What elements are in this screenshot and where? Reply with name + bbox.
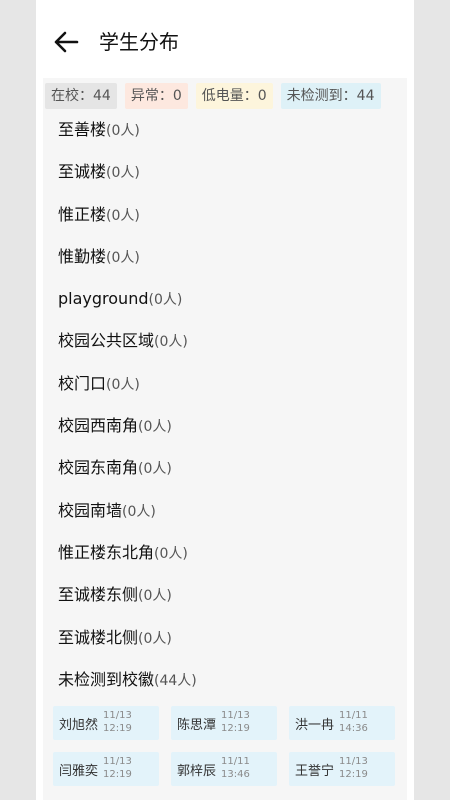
student-date: 11/13 [103, 756, 132, 767]
building-item[interactable]: 校园东南角(0人) [58, 454, 398, 496]
student-date: 11/11 [221, 756, 250, 767]
building-name: 至诚楼东侧 [58, 585, 139, 605]
building-name: 校园公共区域 [58, 331, 155, 351]
building-count: (0人) [106, 207, 140, 224]
building-item[interactable]: 校园西南角(0人) [58, 412, 398, 454]
building-item[interactable]: 惟正楼东北角(0人) [58, 539, 398, 581]
building-name: 至诚楼北侧 [58, 627, 139, 647]
student-name: 陈思潭 [177, 718, 217, 733]
building-name: 未检测到校徽 [58, 669, 155, 689]
building-count: (0人) [106, 376, 140, 393]
arrow-left-icon-svg [54, 31, 79, 53]
building-item[interactable]: 校园南墙(0人) [58, 497, 398, 539]
building-name: 惟勤楼 [58, 246, 107, 266]
student-name: 王誉宁 [295, 764, 335, 779]
student-date: 11/13 [103, 710, 132, 721]
building-count: (0人) [154, 334, 188, 351]
student-time: 14:36 [339, 723, 368, 734]
student-name: 闫雅奕 [59, 764, 99, 779]
stat-total-badge[interactable]: 在校：44 [45, 83, 117, 109]
building-name: playground [58, 289, 149, 309]
building-list: 至善楼(0人) 至诚楼(0人) 惟正楼(0人) 惟勤楼(0人) playgrou… [58, 116, 398, 708]
building-count: (0人) [148, 292, 183, 309]
student-time: 13:46 [221, 769, 250, 780]
building-count: (0人) [122, 503, 156, 520]
student-card[interactable]: 王誉宁 11/13 12:19 [289, 752, 395, 786]
building-item[interactable]: 惟正楼(0人) [58, 201, 398, 243]
phone-screen: 学生分布 在校：44 异常：0 低电量：0 未检测到：44 至善楼(0人) 至诚… [36, 0, 414, 800]
building-count: (44人) [154, 672, 197, 689]
building-name: 惟正楼 [58, 204, 107, 224]
building-item[interactable]: 至诚楼北侧(0人) [58, 624, 398, 666]
building-name: 校门口 [58, 373, 107, 393]
building-count: (0人) [106, 165, 140, 182]
student-name: 刘旭然 [59, 718, 99, 733]
building-name: 惟正楼东北角 [58, 542, 155, 562]
student-name: 洪一冉 [295, 718, 335, 733]
stat-abnormal-badge[interactable]: 异常：0 [124, 83, 188, 109]
stat-low-power-badge[interactable]: 低电量：0 [195, 83, 273, 109]
building-count: (0人) [154, 545, 188, 562]
building-name: 至善楼 [58, 120, 107, 139]
student-time: 12:19 [221, 723, 250, 734]
student-time: 12:19 [103, 723, 132, 734]
stat-undetected-badge[interactable]: 未检测到：44 [280, 83, 381, 109]
page-title: 学生分布 [99, 30, 179, 54]
building-count: (0人) [138, 630, 172, 647]
building-count: (0人) [106, 123, 140, 139]
content-area: 在校：44 异常：0 低电量：0 未检测到：44 至善楼(0人) 至诚楼(0人)… [43, 78, 407, 800]
building-item[interactable]: 未检测到校徽(44人) [58, 666, 398, 708]
student-date: 11/11 [339, 710, 368, 721]
student-name: 郭梓辰 [177, 764, 217, 779]
building-item[interactable]: 校门口(0人) [58, 370, 398, 412]
building-item[interactable]: 惟勤楼(0人) [58, 243, 398, 285]
arrow-left-icon[interactable] [52, 28, 80, 56]
student-card[interactable]: 闫雅奕 11/13 12:19 [53, 752, 159, 786]
building-item[interactable]: playground(0人) [58, 285, 398, 327]
building-name: 校园西南角 [58, 416, 139, 436]
building-count: (0人) [138, 588, 172, 605]
building-count: (0人) [106, 249, 140, 266]
building-name: 校园东南角 [58, 458, 139, 478]
student-date: 11/13 [339, 756, 368, 767]
student-card[interactable]: 郭梓辰 11/11 13:46 [171, 752, 277, 786]
student-time: 12:19 [339, 769, 368, 780]
building-item[interactable]: 至诚楼(0人) [58, 158, 398, 200]
building-item[interactable]: 至诚楼东侧(0人) [58, 581, 398, 623]
student-card[interactable]: 洪一冉 11/11 14:36 [289, 706, 395, 740]
building-count: (0人) [138, 419, 172, 436]
student-time: 12:19 [103, 769, 132, 780]
student-card[interactable]: 陈思潭 11/13 12:19 [171, 706, 277, 740]
building-name: 至诚楼 [58, 162, 107, 182]
building-item[interactable]: 校园公共区域(0人) [58, 327, 398, 369]
student-grid: 刘旭然 11/13 12:19 陈思潭 11/13 12:19 洪一冉 11/1… [53, 706, 397, 786]
stats-bar: 在校：44 异常：0 低电量：0 未检测到：44 [45, 83, 381, 109]
building-count: (0人) [138, 461, 172, 478]
building-item[interactable]: 至善楼(0人) [58, 116, 398, 158]
app-header: 学生分布 [36, 0, 414, 78]
student-card[interactable]: 刘旭然 11/13 12:19 [53, 706, 159, 740]
student-date: 11/13 [221, 710, 250, 721]
building-name: 校园南墙 [58, 500, 123, 520]
